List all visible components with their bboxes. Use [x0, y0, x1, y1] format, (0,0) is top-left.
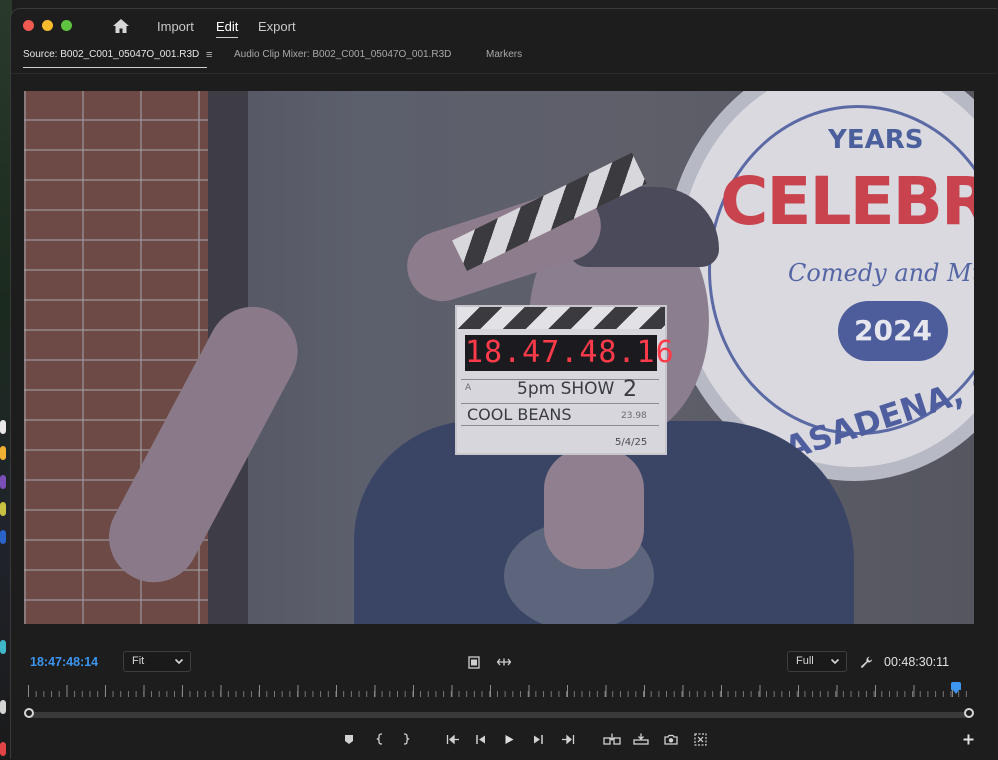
step-forward-icon — [534, 734, 543, 744]
slate-fps: 23.98 — [621, 411, 647, 421]
zoom-window-button[interactable] — [61, 20, 72, 31]
dock-icon — [0, 475, 6, 489]
plus-icon — [963, 734, 973, 744]
safe-margins-icon[interactable] — [466, 654, 482, 670]
marker-icon — [345, 734, 353, 744]
slate-date: 5/4/25 — [615, 437, 648, 448]
insert-button[interactable] — [601, 728, 623, 750]
current-timecode[interactable]: 18:47:48:14 — [30, 655, 98, 669]
go-to-in-button[interactable] — [442, 728, 464, 750]
source-monitor-frame: YEARS CELEBRAT Comedy and Music 2024 PAS… — [24, 91, 974, 624]
step-back-button[interactable] — [470, 728, 492, 750]
go-to-out-icon — [562, 734, 575, 744]
insert-icon — [603, 733, 621, 745]
zoom-scroll-handle-left[interactable] — [24, 708, 34, 718]
clapperboard-slate: 18.47.48.16 A 5pm SHOW 2 COOL BEANS 23.9… — [455, 305, 675, 455]
play-icon — [505, 734, 514, 744]
overwrite-icon — [633, 733, 649, 745]
sign-years-text: YEARS — [828, 125, 924, 155]
button-editor-button[interactable] — [957, 728, 979, 750]
overwrite-button[interactable] — [630, 728, 652, 750]
go-to-out-button[interactable] — [557, 728, 579, 750]
slate-take: 2 — [623, 377, 637, 402]
step-back-icon — [476, 734, 485, 744]
duration-timecode: 00:48:30:11 — [884, 655, 950, 669]
drag-video-icon[interactable] — [495, 654, 513, 670]
menu-export[interactable]: Export — [258, 19, 296, 34]
tab-source[interactable]: Source: B002_C001_05047O_001.R3D — [23, 49, 208, 68]
slate-roll: A — [465, 383, 472, 393]
dock-icon — [0, 502, 6, 516]
playback-resolution-select[interactable]: Full — [787, 651, 847, 672]
home-icon[interactable] — [112, 18, 130, 34]
premiere-window: Import Edit Export Source: B002_C001_050… — [10, 8, 997, 759]
mark-in-button[interactable] — [369, 728, 391, 750]
slate-rule — [461, 425, 659, 426]
add-marker-button[interactable] — [338, 728, 360, 750]
sign-title-text: CELEBRAT — [720, 163, 974, 240]
tab-audio-clip-mixer[interactable]: Audio Clip Mixer: B002_C001_05047O_001.R… — [234, 49, 451, 60]
multicam-icon — [693, 732, 707, 746]
mark-in-icon — [376, 733, 383, 745]
zoom-level-select[interactable]: Fit — [123, 651, 191, 672]
zoom-level-value: Fit — [132, 655, 145, 667]
slate-title: COOL BEANS — [467, 405, 572, 424]
step-forward-button[interactable] — [527, 728, 549, 750]
slate-stripes — [457, 307, 665, 329]
sign-subtitle-text: Comedy and Music — [788, 259, 974, 287]
menu-import[interactable]: Import — [157, 19, 194, 34]
chevron-down-icon — [830, 652, 840, 671]
go-to-in-icon — [446, 734, 459, 744]
resolution-value: Full — [796, 655, 814, 667]
wrench-icon[interactable] — [858, 654, 874, 670]
time-ruler-major-ticks — [28, 685, 968, 697]
slate-timecode: 18.47.48.16 — [465, 335, 675, 371]
mark-out-icon — [403, 733, 410, 745]
dock-icon — [0, 530, 6, 544]
dock-icon — [0, 700, 6, 714]
dock-icon — [0, 742, 6, 756]
panel-tab-bar: Source: B002_C001_05047O_001.R3D Audio C… — [11, 47, 997, 74]
tab-markers[interactable]: Markers — [486, 49, 522, 60]
sign-year-badge: 2024 — [838, 301, 948, 361]
menu-edit[interactable]: Edit — [216, 19, 239, 38]
person-hand — [544, 449, 644, 569]
dock-icon — [0, 420, 6, 434]
slate-scene: 5pm SHOW — [517, 379, 615, 399]
dock-icon — [0, 640, 6, 654]
chevron-down-icon — [174, 652, 184, 671]
panel-menu-icon[interactable]: ≡ — [206, 49, 212, 61]
playhead[interactable] — [950, 682, 961, 690]
zoom-scroll-bar[interactable] — [28, 712, 970, 718]
mark-out-button[interactable] — [395, 728, 417, 750]
playhead-tip — [952, 690, 959, 694]
multicam-button[interactable] — [689, 728, 711, 750]
slate-rule — [461, 403, 659, 404]
play-button[interactable] — [498, 728, 520, 750]
export-frame-button[interactable] — [660, 728, 682, 750]
zoom-scroll-handle-right[interactable] — [964, 708, 974, 718]
camera-icon — [664, 734, 678, 745]
minimize-window-button[interactable] — [42, 20, 53, 31]
dock-icon — [0, 446, 6, 460]
title-bar: Import Edit Export — [11, 9, 997, 43]
close-window-button[interactable] — [23, 20, 34, 31]
